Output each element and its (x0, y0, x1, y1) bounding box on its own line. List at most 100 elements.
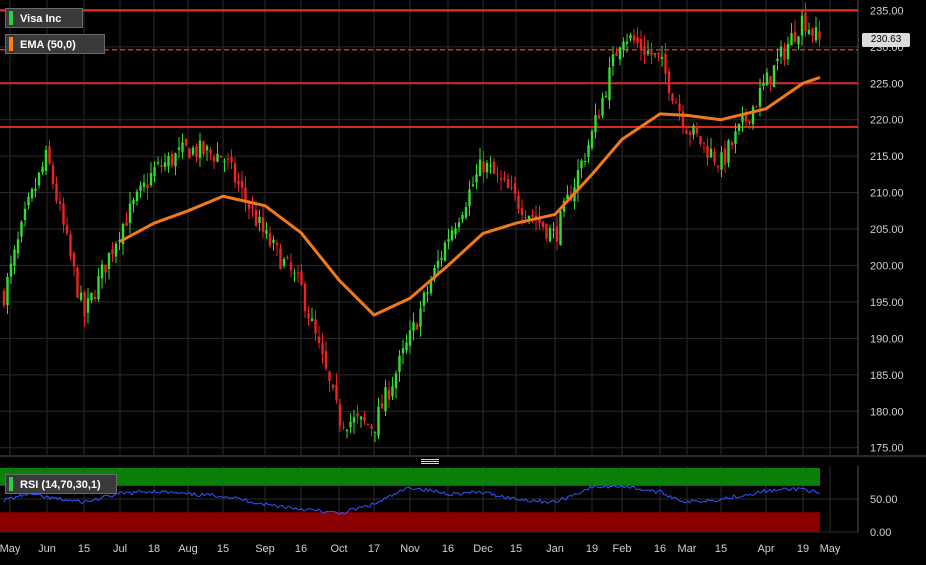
candle-body (811, 28, 814, 37)
candle-body (317, 336, 321, 343)
candle-body (713, 151, 716, 163)
candle-body (377, 406, 380, 436)
candle-body (275, 243, 279, 246)
legend-rsi[interactable]: RSI (14,70,30,1) (5, 474, 117, 494)
x-tick-label-16: 19 (586, 543, 598, 555)
candle-body (265, 230, 268, 234)
rsi-y-tick-label-0: 50.00 (870, 494, 898, 506)
candle-body (79, 292, 83, 301)
x-tick-label-3: Jul (113, 543, 127, 555)
candle-body (580, 160, 583, 169)
candle-body (594, 114, 597, 133)
candle-body (541, 221, 545, 228)
candle-body (310, 318, 314, 321)
candle-body (478, 159, 482, 177)
candle-body (688, 132, 692, 136)
candle-body (37, 172, 41, 186)
candle-body (776, 58, 779, 62)
candle-body (461, 214, 464, 220)
candle-body (331, 384, 335, 388)
candle-body (373, 431, 377, 433)
x-tick-label-5: Aug (178, 543, 198, 555)
candle-body (517, 195, 520, 209)
candle-body (545, 224, 548, 239)
candle-body (237, 180, 240, 185)
candle-body (685, 130, 688, 134)
x-tick-label-10: 17 (368, 543, 380, 555)
rsi-oversold-band (0, 512, 820, 532)
candle-body (27, 196, 30, 206)
candle-body (23, 208, 27, 220)
candle-body (496, 173, 499, 175)
legend-price[interactable]: Visa Inc (5, 8, 83, 28)
candle-body (590, 130, 594, 149)
candle-body (720, 152, 723, 170)
candle-body (293, 272, 296, 274)
candle-body (814, 27, 818, 41)
candle-body (727, 140, 730, 163)
candle-body (93, 296, 97, 300)
pane-splitter-line-2[interactable] (421, 461, 439, 462)
candle-body (405, 342, 408, 351)
x-tick-label-15: Jan (546, 543, 564, 555)
candle-body (279, 248, 282, 270)
chart-canvas[interactable]: May Jun 15 Jul 18 Aug 15 Sep 16 Oct 17 Nov 16 Dec 15 Ja… (0, 0, 926, 560)
candle-body (254, 210, 258, 226)
legend-ema[interactable]: EMA (50,0) (5, 34, 105, 54)
candles (2, 2, 821, 443)
y-tick-label-3: 190.00 (870, 333, 904, 345)
candle-body (149, 172, 153, 186)
candle-body (156, 162, 160, 164)
candle-body (202, 141, 205, 155)
candle-body (34, 188, 37, 191)
candle-body (636, 37, 639, 44)
candle-body (506, 179, 510, 189)
candle-body (793, 31, 797, 42)
legend-rsi-swatch (9, 477, 13, 491)
candle-body (426, 292, 429, 294)
y-tick-label-5: 200.00 (870, 260, 904, 272)
candle-body (198, 140, 202, 158)
candle-body (674, 102, 678, 104)
candle-body (587, 144, 590, 157)
candle-body (146, 184, 149, 189)
candle-body (55, 183, 58, 201)
candle-body (450, 230, 454, 241)
candle-body (216, 153, 219, 162)
candle-body (160, 165, 163, 168)
x-tick-label-13: Dec (473, 543, 493, 555)
candle-body (643, 45, 646, 56)
candle-body (65, 225, 69, 234)
candle-body (16, 239, 20, 254)
candle-body (30, 189, 34, 199)
candle-body (597, 115, 601, 119)
candle-body (559, 211, 562, 246)
pane-splitter-line-3[interactable] (421, 463, 439, 464)
candle-body (772, 65, 776, 88)
candle-body (751, 106, 755, 125)
candle-body (174, 153, 177, 167)
candle-body (345, 429, 349, 432)
x-tick-label-0: May (0, 543, 21, 555)
candle-body (398, 355, 401, 372)
y-tick-label-0: 175.00 (870, 443, 904, 455)
candle-body (107, 252, 111, 269)
candle-body (167, 155, 170, 167)
pane-splitter-line-1[interactable] (421, 459, 439, 460)
candle-body (48, 146, 51, 164)
candle-body (653, 53, 657, 55)
candle-body (769, 76, 772, 85)
candle-body (797, 36, 800, 45)
candle-body (352, 417, 356, 423)
candle-body (800, 15, 804, 36)
candle-body (321, 343, 324, 355)
visa-chart[interactable]: May Jun 15 Jul 18 Aug 15 Sep 16 Oct 17 Nov 16 Dec 15 Ja… (0, 0, 926, 560)
x-tick-label-21: Apr (757, 543, 774, 555)
candle-body (296, 272, 300, 274)
legend-price-label: Visa Inc (20, 13, 62, 25)
candle-body (100, 264, 104, 279)
candle-body (233, 163, 237, 183)
legend-ema-label: EMA (50,0) (20, 39, 76, 51)
candle-body (664, 53, 667, 74)
candle-body (240, 180, 244, 188)
